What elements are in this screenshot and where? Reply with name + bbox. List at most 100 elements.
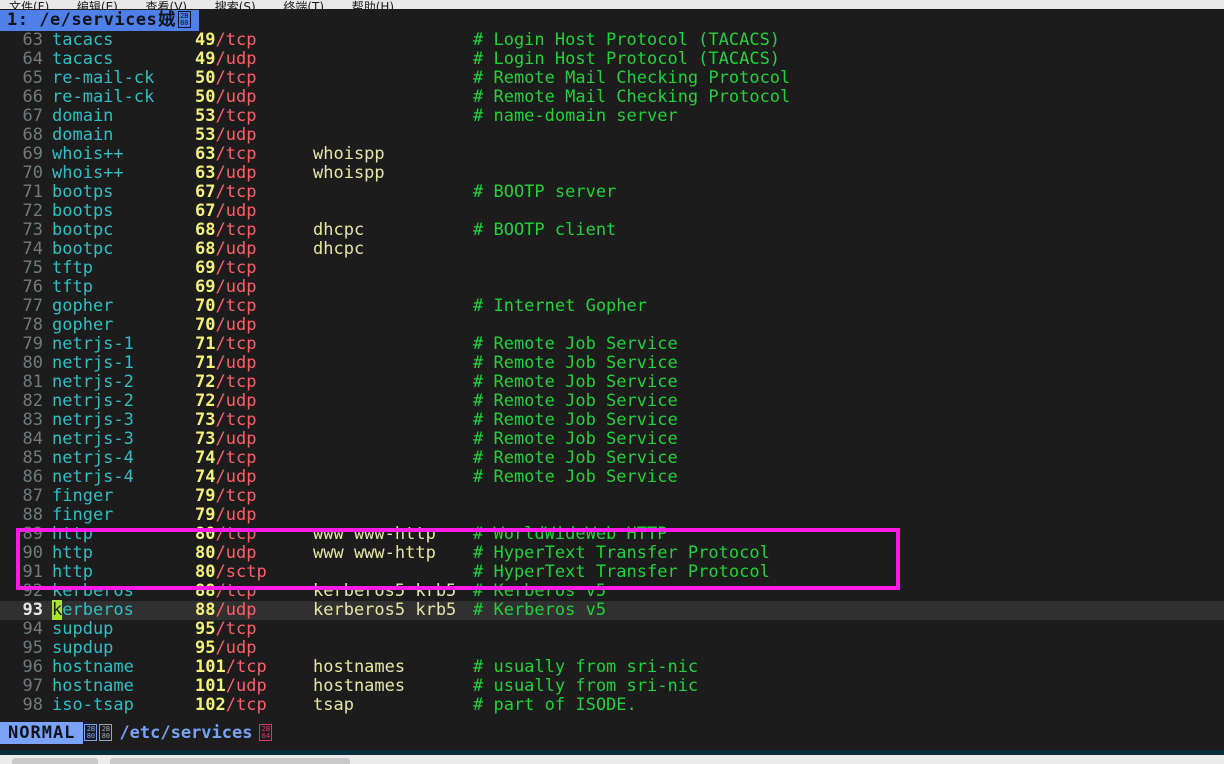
service-name: netrjs-1 [52, 334, 134, 354]
port-number: 95 [195, 619, 216, 639]
code-line[interactable]: 88 finger 79/udp [0, 506, 1224, 525]
protocol-name: sctp [225, 562, 267, 582]
code-line[interactable]: 65 re-mail-ck 50/tcp # Remote Mail Checking… [0, 69, 1224, 88]
code-line[interactable]: 73 bootpc 68/tcp dhcpc # BOOTP client [0, 221, 1224, 240]
tab-missing-glyph-icon: 2B 80 [177, 11, 191, 28]
slash-separator: / [215, 125, 226, 145]
port-proto: 50/udp [195, 88, 313, 107]
menu-item-search[interactable]: 搜索(S) [206, 1, 265, 9]
code-line[interactable]: 89 http 80/tcp www www-http # WorldWideWeb H… [0, 525, 1224, 544]
code-line[interactable]: 74 bootpc 68/udp dhcpc [0, 240, 1224, 259]
slash-separator: / [215, 372, 226, 392]
code-line[interactable]: 98 iso-tsap 102/tcp tsap # part of ISODE. [0, 696, 1224, 715]
desktop-taskbar[interactable] [0, 755, 1224, 764]
protocol-name: udp [225, 163, 257, 183]
port-number: 67 [195, 182, 216, 202]
code-line[interactable]: 68 domain 53/udp [0, 126, 1224, 145]
code-line[interactable]: 87 finger 79/tcp [0, 487, 1224, 506]
port-proto: 74/udp [195, 468, 313, 487]
code-line[interactable]: 96 hostname 101/tcp hostnames # usually from… [0, 658, 1224, 677]
code-line[interactable]: 83 netrjs-3 73/tcp # Remote Job Service [0, 411, 1224, 430]
menu-item-edit[interactable]: 编辑(E) [68, 1, 127, 9]
code-line[interactable]: 67 domain 53/tcp # name-domain server [0, 107, 1224, 126]
code-line[interactable]: 82 netrjs-2 72/udp # Remote Job Service [0, 392, 1224, 411]
service-name: bootps [52, 182, 114, 202]
slash-separator: / [215, 201, 226, 221]
protocol-name: tcp [225, 410, 257, 430]
code-line[interactable]: 76 tftp 69/udp [0, 278, 1224, 297]
comment-text: # Remote Job Service [473, 429, 678, 449]
code-line[interactable]: 92 kerberos 88/tcp kerberos5 krb5 # Kerberos… [0, 582, 1224, 601]
port-number: 53 [195, 106, 216, 126]
service-alias: hostnames [313, 676, 406, 696]
port-proto: 72/tcp [195, 373, 313, 392]
port-proto: 49/udp [195, 50, 313, 69]
protocol-name: tcp [225, 296, 257, 316]
code-line[interactable]: 85 netrjs-4 74/tcp # Remote Job Service [0, 449, 1224, 468]
menu-item-view[interactable]: 查看(V) [137, 1, 197, 9]
protocol-name: tcp [225, 68, 257, 88]
service-alias: kerberos5 krb5 [313, 600, 457, 620]
line-number: 97 [22, 676, 43, 696]
code-line[interactable]: 97 hostname 101/udp hostnames # usually from… [0, 677, 1224, 696]
line-number: 85 [22, 448, 43, 468]
code-line[interactable]: 64 tacacs 49/udp # Login Host Protocol (TAC… [0, 50, 1224, 69]
code-line[interactable]: 75 tftp 69/tcp [0, 259, 1224, 278]
tab-services[interactable]: 1: /e/services娀 2B 80 [0, 10, 199, 31]
slash-separator: / [225, 695, 236, 715]
port-proto: 80/udp [195, 544, 313, 563]
protocol-name: udp [225, 201, 257, 221]
code-line[interactable]: 72 bootps 67/udp [0, 202, 1224, 221]
port-number: 68 [195, 239, 216, 259]
code-line[interactable]: 71 bootps 67/tcp # BOOTP server [0, 183, 1224, 202]
slash-separator: / [215, 619, 226, 639]
port-number: 80 [195, 543, 216, 563]
port-number: 71 [195, 353, 216, 373]
vim-tabline: 1: /e/services娀 2B 80 [0, 10, 1224, 31]
code-line[interactable]: 77 gopher 70/tcp # Internet Gopher [0, 297, 1224, 316]
service-name: tftp [52, 258, 93, 278]
taskbar-button-1[interactable] [12, 758, 98, 764]
code-line[interactable]: 81 netrjs-2 72/tcp # Remote Job Service [0, 373, 1224, 392]
line-number: 89 [22, 524, 43, 544]
taskbar-button-2[interactable] [110, 758, 350, 764]
code-line-cursor[interactable]: 93 kerberos 88/udp kerberos5 krb5 # Kerberos… [0, 600, 1224, 620]
code-line[interactable]: 66 re-mail-ck 50/udp # Remote Mail Checking… [0, 88, 1224, 107]
code-line[interactable]: 79 netrjs-1 71/tcp # Remote Job Service [0, 335, 1224, 354]
port-proto: 79/tcp [195, 487, 313, 506]
service-name: bootpc [52, 239, 114, 259]
window-menubar[interactable]: 文件(F) 编辑(E) 查看(V) 搜索(S) 终端(T) 帮助(H) [0, 0, 1224, 9]
code-line[interactable]: 90 http 80/udp www www-http # HyperText Tran… [0, 544, 1224, 563]
port-proto: 101/tcp [195, 658, 313, 677]
code-line[interactable]: 78 gopher 70/udp [0, 316, 1224, 335]
protocol-name: udp [225, 429, 257, 449]
service-name: iso-tsap [52, 695, 134, 715]
slash-separator: / [215, 68, 226, 88]
port-number: 79 [195, 505, 216, 525]
protocol-name: tcp [225, 30, 257, 50]
slash-separator: / [215, 296, 226, 316]
code-line[interactable]: 80 netrjs-1 71/udp # Remote Job Service [0, 354, 1224, 373]
code-line[interactable]: 70 whois++ 63/udp whoispp [0, 164, 1224, 183]
protocol-name: udp [225, 353, 257, 373]
code-line[interactable]: 95 supdup 95/udp [0, 639, 1224, 658]
slash-separator: / [215, 334, 226, 354]
code-buffer[interactable]: 63 tacacs 49/tcp # Login Host Protocol (TAC… [0, 31, 1224, 715]
service-name: gopher [52, 315, 114, 335]
service-alias: www www-http [313, 524, 436, 544]
service-name: bootps [52, 201, 114, 221]
menu-item-file[interactable]: 文件(F) [0, 1, 58, 9]
menu-item-terminal[interactable]: 终端(T) [274, 1, 333, 9]
protocol-name: tcp [225, 144, 257, 164]
line-number: 72 [22, 201, 43, 221]
code-line[interactable]: 86 netrjs-4 74/udp # Remote Job Service [0, 468, 1224, 487]
code-line[interactable]: 91 http 80/sctp # HyperText Transfer Protoc… [0, 563, 1224, 582]
code-line[interactable]: 84 netrjs-3 73/udp # Remote Job Service [0, 430, 1224, 449]
service-alias: whoispp [313, 144, 385, 164]
menu-item-help[interactable]: 帮助(H) [343, 1, 403, 9]
code-line[interactable]: 69 whois++ 63/tcp whoispp [0, 145, 1224, 164]
tofu-lo: 64 [261, 732, 271, 740]
code-line[interactable]: 94 supdup 95/tcp [0, 620, 1224, 639]
code-line[interactable]: 63 tacacs 49/tcp # Login Host Protocol (TAC… [0, 31, 1224, 50]
service-name: re-mail-ck [52, 87, 155, 107]
